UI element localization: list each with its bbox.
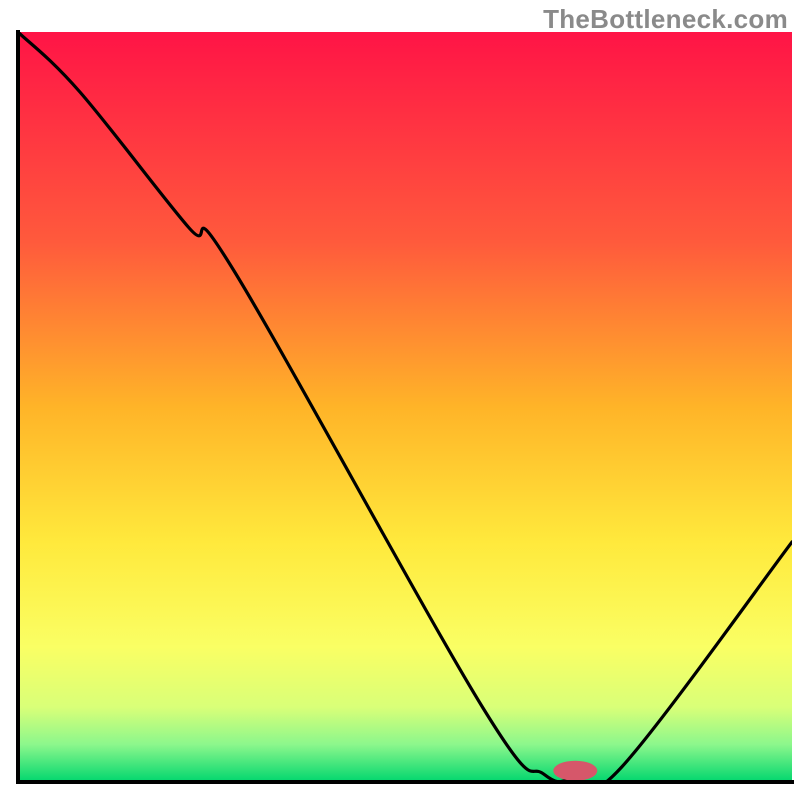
plot-area bbox=[18, 32, 792, 789]
optimal-marker bbox=[553, 761, 597, 781]
gradient-background bbox=[18, 32, 792, 782]
bottleneck-chart bbox=[0, 0, 800, 800]
chart-frame: TheBottleneck.com bbox=[0, 0, 800, 800]
